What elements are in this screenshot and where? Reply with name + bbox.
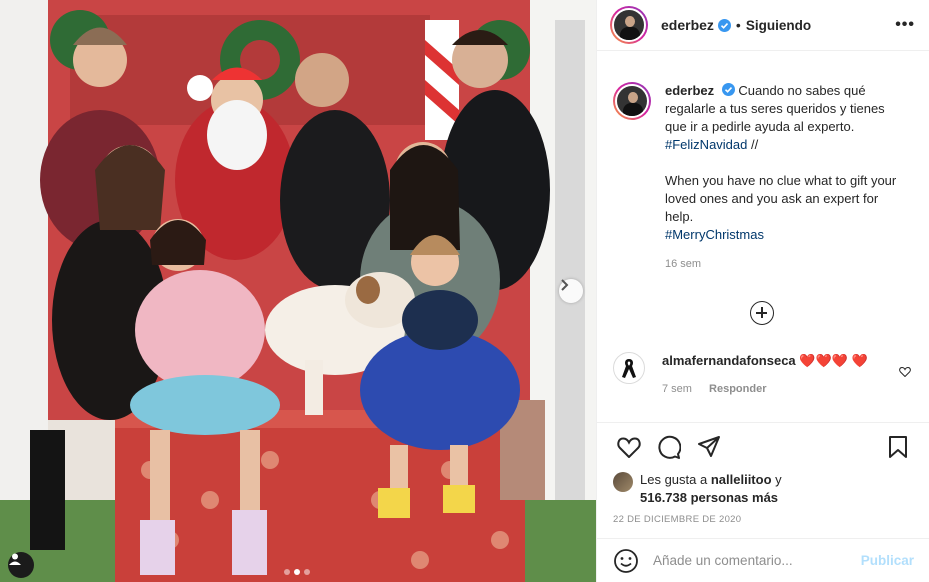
comment-text: ❤️❤️❤️ ❤️ [799, 353, 868, 368]
tagged-users-button[interactable] [8, 552, 34, 578]
post-side-panel: ederbez • Siguiendo ••• ederbez Cuando n… [596, 0, 929, 582]
share-icon[interactable] [689, 427, 729, 467]
post-caption: ederbez Cuando no sabes qué regalarle a … [613, 52, 914, 273]
comment-icon[interactable] [649, 427, 689, 467]
post-actions: Les gusta a nalleliitoo y 516.738 person… [597, 422, 929, 582]
caption-english: When you have no clue what to gift your … [665, 172, 905, 244]
likes-summary: Les gusta a nalleliitoo y 516.738 person… [597, 471, 929, 507]
verified-badge-icon [717, 18, 731, 32]
comment-like-icon[interactable] [899, 364, 911, 380]
carousel-dot-active [294, 569, 300, 575]
comment-time[interactable]: 7 sem [662, 383, 692, 395]
publish-button[interactable]: Publicar [861, 553, 914, 568]
emoji-icon[interactable] [613, 548, 639, 574]
load-more-comments-icon[interactable] [750, 301, 774, 325]
post-header: ederbez • Siguiendo ••• [597, 0, 929, 51]
caption-time[interactable]: 16 sem [665, 255, 905, 273]
comment-meta: 7 sem Responder [662, 381, 892, 398]
likes-text: Les gusta a nalleliitoo y 516.738 person… [640, 471, 782, 507]
post-photo[interactable] [0, 0, 596, 582]
carousel-dots [284, 569, 310, 575]
comment-body: almafernandafonseca ❤️❤️❤️ ❤️ 7 sem Resp… [662, 352, 892, 398]
hashtag-merrychristmas[interactable]: #MerryChristmas [665, 227, 764, 242]
commenter-avatar[interactable] [613, 352, 645, 384]
liker-username[interactable]: nalleliitoo [711, 472, 772, 487]
user-icon [9, 553, 21, 565]
chevron-right-icon [561, 279, 569, 291]
more-options-icon[interactable]: ••• [895, 16, 915, 34]
next-slide-button[interactable] [559, 279, 583, 303]
carousel-dot [284, 569, 290, 575]
comment-username[interactable]: almafernandafonseca [662, 353, 796, 368]
likes-connector: y [775, 472, 782, 487]
likes-prefix: Les gusta a [640, 472, 708, 487]
save-bookmark-icon[interactable] [878, 427, 918, 467]
comment-input[interactable]: Añade un comentario... [653, 553, 861, 568]
comment-item: almafernandafonseca ❤️❤️❤️ ❤️ 7 sem Resp… [613, 352, 913, 398]
comment-composer: Añade un comentario... Publicar [597, 538, 929, 582]
caption-username[interactable]: ederbez [665, 83, 714, 98]
comments-section: ederbez Cuando no sabes qué regalarle a … [597, 52, 929, 422]
ribbon-icon [622, 359, 636, 378]
reply-button[interactable]: Responder [709, 383, 766, 395]
hashtag-feliznavidad[interactable]: #FelizNavidad [665, 137, 747, 152]
carousel-dot [304, 569, 310, 575]
following-button[interactable]: Siguiendo [746, 18, 811, 33]
caption-author-avatar[interactable] [613, 82, 651, 120]
author-username[interactable]: ederbez [661, 17, 714, 33]
post-photo-illustration [0, 0, 596, 582]
likes-count[interactable]: 516.738 personas más [640, 490, 778, 505]
verified-badge-icon [721, 83, 735, 96]
caption-text: ederbez Cuando no sabes qué regalarle a … [665, 82, 905, 273]
action-icons [597, 423, 929, 471]
liker-avatar[interactable] [613, 472, 633, 492]
post-date[interactable]: 22 DE DICIEMBRE DE 2020 [597, 514, 929, 525]
author-avatar[interactable] [610, 6, 648, 44]
header-separator: • [735, 17, 741, 33]
caption-separator: // [751, 137, 759, 152]
caption-english-text: When you have no clue what to gift your … [665, 173, 897, 224]
like-icon[interactable] [609, 427, 649, 467]
